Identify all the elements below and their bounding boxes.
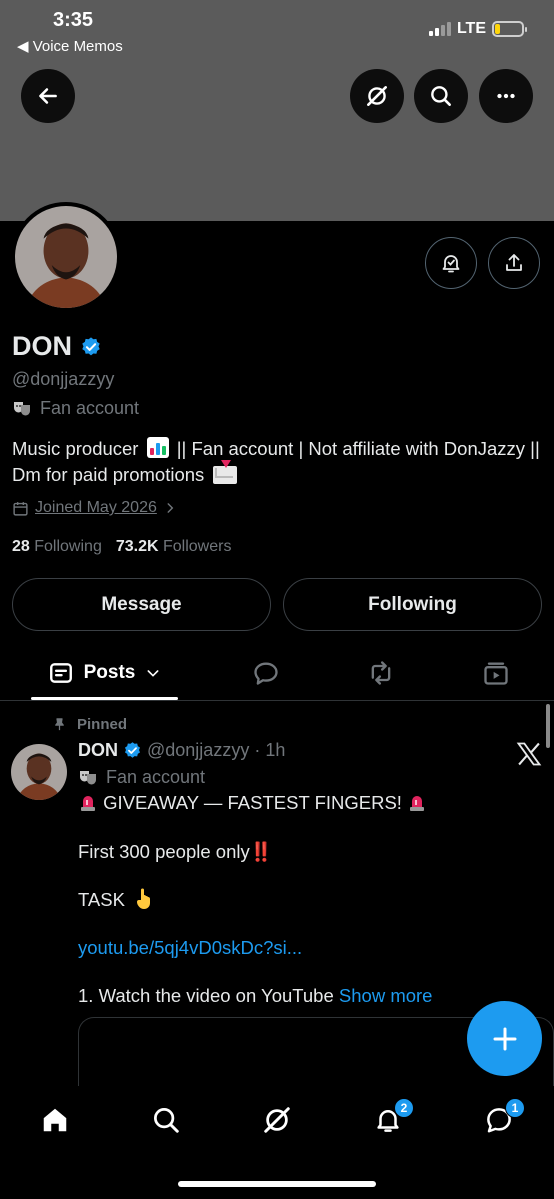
verified-badge-icon[interactable]	[80, 336, 102, 358]
envelope-arrow-emoji-icon	[213, 460, 238, 484]
fan-account-label: Fan account	[12, 398, 139, 419]
active-tab-indicator	[31, 697, 178, 700]
bell-check-icon	[442, 255, 460, 273]
tab-media[interactable]	[475, 645, 517, 701]
back-to-app-link[interactable]: ◀ Voice Memos	[17, 37, 123, 55]
search-icon	[154, 1108, 179, 1133]
bar-chart-emoji-icon	[146, 437, 169, 458]
back-button[interactable]	[21, 69, 75, 123]
bio-part1: Music producer	[12, 438, 139, 459]
message-button[interactable]: Message	[12, 578, 271, 631]
fan-account-text: Fan account	[40, 398, 140, 418]
show-more-link[interactable]: Show more	[339, 985, 433, 1006]
arrow-left-icon	[39, 88, 57, 104]
share-icon	[506, 254, 522, 271]
theater-mask-icon	[80, 770, 96, 784]
battery-icon	[492, 21, 527, 37]
notifications-badge: 2	[394, 1098, 414, 1118]
follow-stats: 28 Following 73.2K Followers	[12, 538, 231, 556]
more-button[interactable]	[479, 69, 533, 123]
signal-icon	[428, 22, 451, 36]
posts-icon	[49, 663, 72, 683]
following-stat[interactable]: 28 Following	[12, 538, 102, 556]
post-line-watch: 1. Watch the video on YouTube Show more	[78, 985, 432, 1007]
nav-messages[interactable]: 1	[479, 1098, 525, 1140]
followers-count: 73.2K	[115, 538, 159, 555]
post-avatar-image	[11, 744, 67, 800]
post-youtube-link[interactable]: youtu.be/5qj4vD0skDc?si...	[78, 937, 302, 959]
giveaway-text: GIVEAWAY — FASTEST FINGERS!	[103, 792, 402, 813]
post-line-task: TASK	[78, 888, 154, 911]
post-header: DON @donjjazzyy · 1h	[78, 740, 285, 761]
verified-badge-icon	[124, 742, 141, 758]
nav-home[interactable]	[35, 1100, 75, 1140]
home-icon	[43, 1108, 67, 1132]
home-indicator[interactable]	[178, 1181, 376, 1187]
task-text: TASK	[78, 889, 125, 910]
profile-name-text: DON	[12, 331, 72, 361]
nav-search[interactable]	[146, 1100, 186, 1140]
following-button[interactable]: Following	[283, 578, 542, 631]
pin-icon	[55, 718, 64, 731]
pointing-down-emoji-icon	[137, 888, 151, 909]
post-fan-text: Fan account	[106, 767, 206, 787]
more-icon	[497, 93, 515, 99]
joined-text: Joined May 2026	[35, 499, 157, 516]
search-icon	[431, 86, 451, 106]
messages-badge: 1	[505, 1098, 525, 1118]
followers-stat[interactable]: 73.2K Followers	[116, 538, 232, 556]
following-label: Following	[34, 538, 102, 555]
plus-icon	[493, 1027, 516, 1050]
tab-posts[interactable]: Posts	[31, 645, 178, 701]
joined-date[interactable]: Joined May 2026	[12, 499, 177, 517]
tab-replies[interactable]	[245, 645, 287, 701]
video-icon	[484, 662, 508, 685]
first300-text: First 300 people only	[78, 841, 250, 862]
theater-mask-icon	[14, 401, 30, 415]
repost-icon	[371, 661, 391, 685]
tab-reposts[interactable]	[360, 645, 402, 701]
grok-icon	[367, 86, 387, 106]
pinned-text: Pinned	[77, 716, 128, 733]
avatar-image	[15, 206, 117, 308]
nav-notifications[interactable]: 2	[368, 1098, 414, 1140]
post-time: · 1h	[254, 740, 286, 760]
profile-bio: Music producer || Fan account | Not affi…	[12, 436, 547, 488]
x-logo-icon	[516, 742, 542, 766]
compose-button[interactable]	[467, 1001, 542, 1076]
post-avatar[interactable]	[11, 744, 67, 800]
notify-button[interactable]	[425, 237, 477, 289]
post-handle[interactable]: @donjjazzyy	[147, 740, 249, 761]
siren-emoji-icon	[410, 796, 425, 811]
status-indicators: LTE	[428, 20, 527, 38]
search-button[interactable]	[414, 69, 468, 123]
post-fan-label: Fan account	[78, 767, 205, 788]
post-line-first300: First 300 people only‼️	[78, 841, 273, 863]
network-label: LTE	[456, 20, 486, 37]
chevron-down-icon	[147, 670, 159, 677]
nav-grok[interactable]	[257, 1100, 297, 1140]
profile-handle: @donjjazzyy	[12, 369, 115, 389]
grok-button[interactable]	[350, 69, 404, 123]
chevron-right-icon	[167, 503, 174, 513]
followers-label: Followers	[163, 538, 232, 555]
reply-icon	[254, 662, 278, 685]
calendar-icon	[13, 501, 28, 516]
following-count: 28	[12, 538, 30, 555]
post-author[interactable]: DON	[78, 740, 118, 761]
profile-name: DON	[12, 331, 102, 362]
profile-tabs: Posts	[0, 645, 554, 701]
watch-text: 1. Watch the video on YouTube	[78, 985, 334, 1006]
double-exclamation-emoji: ‼️	[249, 841, 273, 862]
grok-icon	[264, 1107, 290, 1133]
scrollbar[interactable]	[546, 704, 550, 748]
share-button[interactable]	[488, 237, 540, 289]
profile-avatar[interactable]	[11, 202, 121, 312]
battery-fill	[495, 24, 501, 34]
pinned-label: Pinned	[52, 716, 127, 733]
status-time: 3:35	[53, 9, 94, 31]
siren-emoji-icon	[81, 796, 95, 811]
post-line-giveaway: GIVEAWAY — FASTEST FINGERS!	[78, 792, 427, 814]
tab-posts-label: Posts	[83, 662, 136, 683]
